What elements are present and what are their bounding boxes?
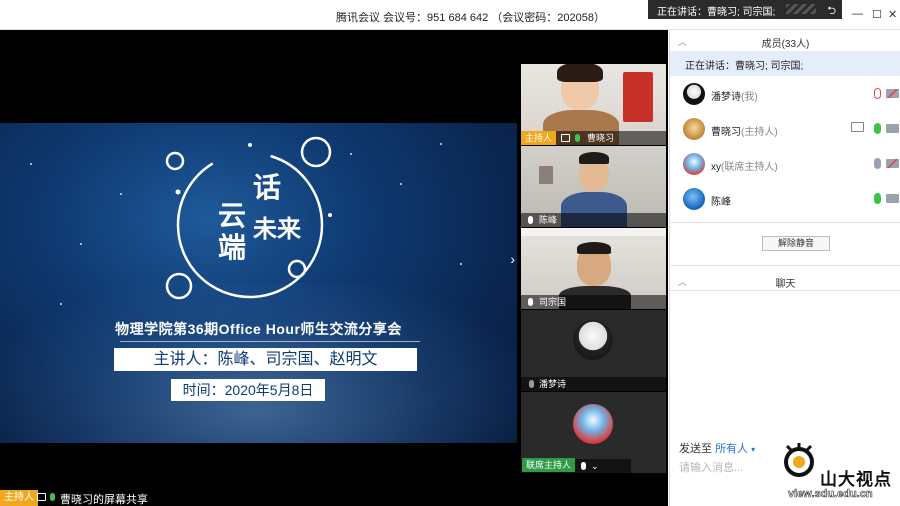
- logo-char-hua: 话: [253, 171, 281, 204]
- mic-icon: [581, 462, 586, 470]
- screen-share-icon: [37, 493, 46, 501]
- mic-icon[interactable]: [874, 158, 881, 169]
- member-row[interactable]: xy(联席主持人): [670, 147, 900, 182]
- logo-char-duan: 端: [218, 231, 246, 264]
- member-row[interactable]: 潘梦诗(我): [670, 77, 900, 112]
- cohost-tag: 联席主持人: [522, 458, 576, 472]
- minimize-button[interactable]: —: [852, 8, 863, 20]
- logo-chars-weilai: 未来: [253, 215, 302, 243]
- mic-icon: [50, 493, 55, 501]
- member-avatar: [683, 188, 705, 210]
- screen-share-label: 曹晓习的屏幕共享: [60, 494, 148, 506]
- screen-share-bar: 主持人 曹晓习的屏幕共享: [0, 488, 520, 506]
- chat-header[interactable]: ︿ 聊天: [670, 270, 900, 290]
- member-row[interactable]: 曹晓习(主持人): [670, 112, 900, 147]
- chat-input[interactable]: 请输入消息...: [679, 459, 743, 475]
- member-avatar: [683, 83, 705, 105]
- thumbnail-cohost[interactable]: 联席主持人 ⌄: [521, 392, 666, 473]
- chevron-down-icon[interactable]: ▾: [751, 445, 755, 454]
- mic-icon: [528, 298, 533, 306]
- slide-subtitle: 物理学院第36期Office Hour师生交流分享会: [115, 321, 402, 337]
- thumbnail-panmengshi[interactable]: 潘梦诗: [521, 310, 666, 391]
- slide-divider: [120, 341, 420, 342]
- chevron-down-icon[interactable]: ⌄: [591, 461, 599, 472]
- participant-name: 陈峰: [539, 215, 558, 225]
- participant-avatar: [573, 404, 613, 444]
- members-header[interactable]: ︿ 成员(33人): [670, 30, 900, 50]
- thumbnail-caoxiaoxi[interactable]: 主持人 曹晓习: [521, 64, 666, 145]
- maximize-button[interactable]: ☐: [872, 8, 882, 21]
- mic-icon: [528, 216, 533, 224]
- screen-share-icon: [851, 122, 864, 132]
- popup-decoration: [786, 4, 816, 14]
- next-page-arrow-icon[interactable]: ›: [510, 251, 515, 267]
- participant-avatar: [573, 320, 613, 360]
- member-name: 潘梦诗(我): [711, 92, 758, 103]
- member-avatar: [683, 153, 705, 175]
- logo-char-yun: 云: [218, 199, 246, 232]
- mic-on-icon[interactable]: [874, 193, 881, 204]
- send-to-target[interactable]: 所有人: [715, 443, 748, 455]
- member-name: xy(联席主持人): [711, 162, 778, 173]
- side-panel: ︿ 成员(33人) 正在讲话：曹晓习; 司宗国; 潘梦诗(我) 曹晓习(主持人)…: [669, 30, 900, 506]
- watermark-logo: 山大视点 view.sdu.edu.cn: [778, 437, 900, 506]
- host-tag: 主持人: [521, 131, 557, 145]
- slide-presenters: 主讲人：陈峰、司宗国、赵明文: [114, 348, 417, 371]
- unmute-all-button[interactable]: 解除静音: [762, 236, 830, 251]
- mic-icon: [575, 134, 580, 142]
- participant-name: 潘梦诗: [539, 379, 567, 389]
- participant-name: 司宗国: [539, 297, 567, 307]
- speaking-indicator: 正在讲话：曹晓习; 司宗国;: [670, 51, 900, 76]
- camera-icon[interactable]: [886, 124, 899, 133]
- member-name: 曹晓习(主持人): [711, 127, 778, 138]
- camera-icon[interactable]: [886, 194, 899, 203]
- speaking-popup: 正在讲话：曹晓习; 司宗国; ⮌: [648, 0, 842, 19]
- close-button[interactable]: ✕: [888, 8, 897, 21]
- speaking-popup-text: 正在讲话：曹晓习; 司宗国;: [657, 7, 776, 18]
- person-hair: [557, 64, 603, 82]
- return-icon[interactable]: ⮌: [827, 2, 836, 21]
- camera-off-icon[interactable]: [886, 159, 899, 168]
- member-avatar: [683, 118, 705, 140]
- participant-thumbnails[interactable]: 主持人 曹晓习 陈峰 司宗国 潘梦诗 联席主持人 ⌄: [520, 30, 668, 506]
- member-name: 陈峰: [711, 197, 731, 208]
- title-bar: 腾讯会议 会议号：951 684 642 （会议密码：202058） 正在讲话：…: [0, 0, 900, 30]
- slide-date: 时间：2020年5月8日: [171, 379, 325, 401]
- send-to-selector[interactable]: 发送至 所有人 ▾: [679, 440, 755, 456]
- camera-off-icon[interactable]: [886, 89, 899, 98]
- wall-poster: [623, 72, 653, 122]
- participant-name: 曹晓习: [587, 133, 615, 143]
- member-row[interactable]: 陈峰: [670, 182, 900, 217]
- host-tag: 主持人: [0, 490, 38, 506]
- person-hair: [577, 242, 611, 254]
- person-hair: [579, 152, 609, 164]
- mic-muted-icon[interactable]: [874, 88, 881, 99]
- shared-slide: 云 话 端 未来 物理学院第36期Office Hour师生交流分享会 主讲人：…: [0, 123, 517, 443]
- main-video-area: 云 话 端 未来 物理学院第36期Office Hour师生交流分享会 主讲人：…: [0, 30, 520, 506]
- cloud-talk-logo: 云 话 端 未来: [165, 136, 332, 300]
- avatar-small-icon: [529, 380, 534, 388]
- thumbnail-chenfeng[interactable]: 陈峰: [521, 146, 666, 227]
- screen-share-icon: [561, 134, 570, 142]
- window-title: 腾讯会议 会议号：951 684 642 （会议密码：202058）: [336, 12, 605, 24]
- thumbnail-sizongguo[interactable]: 司宗国: [521, 228, 666, 309]
- wall-frame: [539, 166, 553, 184]
- eye-logo-icon: [784, 443, 814, 477]
- mic-on-icon[interactable]: [874, 123, 881, 134]
